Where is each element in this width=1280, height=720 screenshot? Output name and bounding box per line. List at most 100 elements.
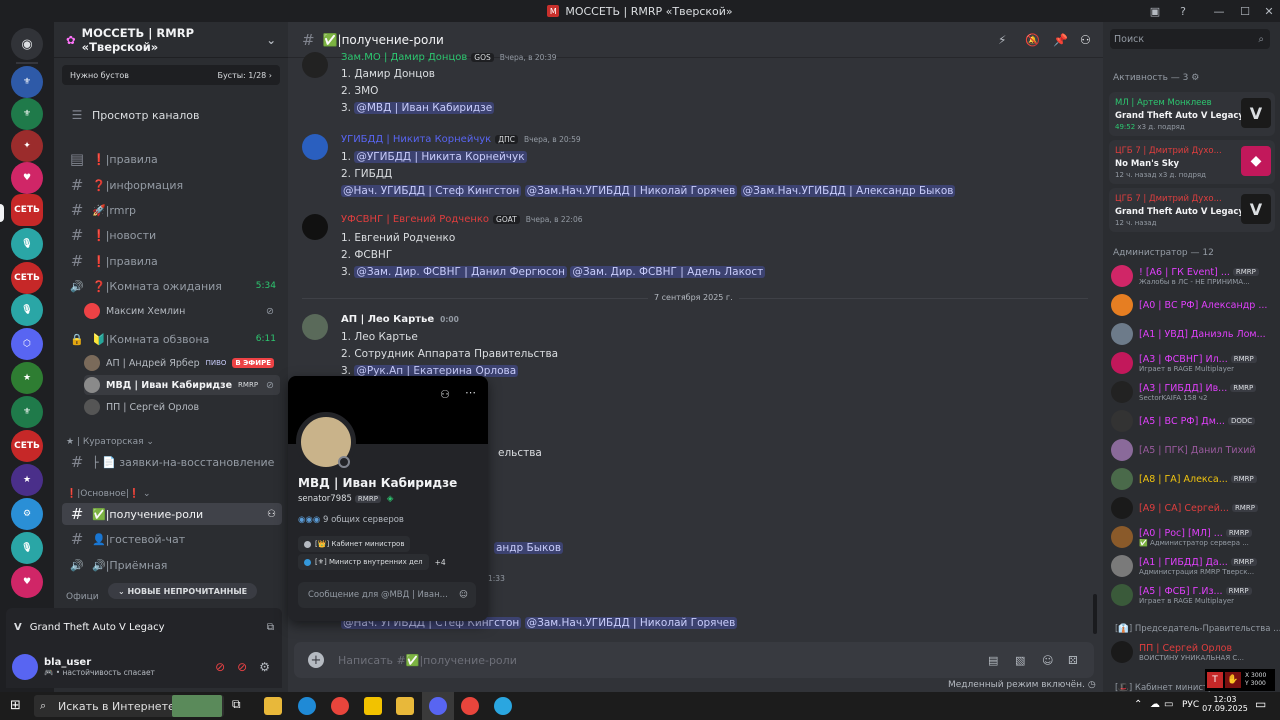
pin-icon[interactable]: 📌: [1053, 33, 1068, 47]
server-icon-10[interactable]: ★: [11, 362, 43, 394]
member-item[interactable]: [A8 | ГА] Алекса... RMRP: [1111, 465, 1275, 493]
voice-channel-review[interactable]: 🔒 🔰|Комната обзвона 6:11: [62, 328, 282, 350]
server-icon-6[interactable]: 🎙: [11, 228, 43, 260]
mention[interactable]: @Зам. Дир. ФСВНГ | Данил Фергюсон: [354, 266, 568, 278]
mention[interactable]: @Зам. Дир. ФСВНГ | Адель Лакост: [570, 266, 766, 278]
mutual-servers[interactable]: ◉◉◉ 9 общих серверов: [298, 515, 404, 525]
scrollbar-thumb[interactable]: [1093, 594, 1097, 634]
category-main[interactable]: ❗|Основное|❗ ⌄: [66, 489, 151, 499]
activity-card[interactable]: ЦГБ 7 | Дмитрий Духо... No Man's Sky 12 …: [1109, 140, 1275, 184]
channel-rmrp[interactable]: # 🚀|rmrp: [62, 199, 282, 221]
member-item[interactable]: [A5 | ВС РФ] Дм... DODC: [1111, 407, 1275, 435]
voice-user[interactable]: АП | Андрей Ярбер ПИВО В ЭФИРЕ: [84, 353, 280, 373]
channel-rules-2[interactable]: # ❗|правила: [62, 250, 282, 272]
inbox-icon[interactable]: ▣: [1142, 0, 1168, 22]
avatar[interactable]: [302, 214, 328, 240]
windows-start-icon[interactable]: ⊞: [10, 698, 21, 713]
app-icon-2[interactable]: [396, 697, 414, 715]
voice-user[interactable]: ПП | Сергей Орлов: [84, 397, 280, 417]
server-icon-13[interactable]: ★: [11, 464, 43, 496]
new-unread-pill[interactable]: ⌄ НОВЫЕ НЕПРОЧИТАННЫЕ: [108, 583, 258, 599]
onedrive-icon[interactable]: ☁: [1150, 699, 1160, 710]
maximize-button[interactable]: ☐: [1232, 0, 1258, 22]
channel-get-role[interactable]: # ✅|получение-роли ⚇: [62, 503, 282, 525]
member-item[interactable]: ПП | Сергей Орлов ВОИСТИНУ УНИКАЛЬНАЯ С..…: [1111, 638, 1275, 666]
mic-muted-icon[interactable]: ⊘: [215, 660, 225, 674]
server-icon-mosset[interactable]: СЕТЬ: [11, 194, 43, 226]
server-icon-11[interactable]: ⚜: [11, 396, 43, 428]
attach-plus-icon[interactable]: +: [308, 652, 324, 668]
mention[interactable]: @Зам.Нач.УГИБДД | Николай Горячев: [524, 617, 738, 629]
category-curator[interactable]: ★ | Кураторская ⌄: [66, 437, 154, 447]
browse-channels[interactable]: ☰ Просмотр каналов: [62, 104, 282, 126]
member-item[interactable]: [A3 | ФСВНГ] Ил... RMRP Играет в RAGE Mult…: [1111, 349, 1275, 377]
apps-icon[interactable]: ⚄: [1068, 654, 1078, 667]
avatar[interactable]: [302, 52, 328, 78]
voice-channel-reception[interactable]: 🔊 🔊|Приёмная: [62, 554, 282, 576]
threads-icon[interactable]: ⚡: [998, 33, 1006, 47]
dm-message-input[interactable]: Сообщение для @МВД | Иван... ☺: [298, 582, 476, 608]
mention[interactable]: @Зам.Нач.УГИБДД | Николай Горячев: [524, 185, 738, 197]
minimize-button[interactable]: —: [1206, 0, 1232, 22]
settings-gear-icon[interactable]: ⚙: [259, 660, 270, 674]
server-icon-2[interactable]: ⚜: [11, 98, 43, 130]
role-chip[interactable]: [👑] Кабинет министров: [298, 536, 411, 552]
telegram-icon[interactable]: [494, 697, 512, 715]
member-item[interactable]: [A3 | ГИБДД] Ив... RMRP SectorKAIFA 158 ч2: [1111, 378, 1275, 406]
message-author[interactable]: УФСВНГ | Евгений Родченко GOAT Вчера, в 22…: [341, 214, 583, 225]
server-icon-4[interactable]: ♥: [11, 162, 43, 194]
voice-user-selected[interactable]: МВД | Иван Кабиридзе RMRP ⊘: [84, 375, 280, 395]
chrome-icon[interactable]: [331, 697, 349, 715]
avatar[interactable]: [302, 314, 328, 340]
mention[interactable]: @Нач. УГИБДД | Стеф Кингстон: [341, 185, 522, 197]
role-chip[interactable]: [⚜] Министр внутренних дел: [298, 554, 429, 570]
server-icon-16[interactable]: ♥: [11, 566, 43, 598]
member-item[interactable]: [A5 | ПГК] Данил Тихий: [1111, 436, 1275, 464]
server-icon-7[interactable]: СЕТЬ: [11, 262, 43, 294]
mention[interactable]: @Зам.Нач.УГИБДД | Александр Быков: [740, 185, 956, 197]
yandex-browser-icon[interactable]: [461, 697, 479, 715]
message-author[interactable]: АП | Лео Картье 0:00: [341, 314, 459, 325]
category-office[interactable]: Офици: [66, 592, 99, 602]
server-icon-14[interactable]: ⚙: [11, 498, 43, 530]
server-icon-15[interactable]: 🎙: [11, 532, 43, 564]
voice-channel-waiting[interactable]: 🔊 ❓|Комната ожидания 5:34: [62, 275, 282, 297]
activity-card[interactable]: ЦГБ 7 | Дмитрий Духо... Grand Theft Auto…: [1109, 188, 1275, 232]
edge-icon[interactable]: [298, 697, 316, 715]
clock[interactable]: 12:03 07.09.2025: [1200, 695, 1250, 713]
message-composer[interactable]: + Написать #✅|получение-роли ▤ ▧ ☺ ⚄: [294, 642, 1094, 678]
server-icon-3[interactable]: ✦: [11, 130, 43, 162]
channel-news[interactable]: # ❗|новости: [62, 224, 282, 246]
member-item[interactable]: [A0 | Рос] [МЛ] ... RMRP ✅ Администратор с…: [1111, 523, 1275, 551]
gift-gif-icon[interactable]: ▤: [988, 654, 998, 667]
members-list-icon[interactable]: ⚇: [1080, 33, 1091, 47]
file-explorer-icon[interactable]: [264, 697, 282, 715]
member-item[interactable]: [A9 | CA] Сергей... RMRP: [1111, 494, 1275, 522]
help-icon[interactable]: ?: [1170, 0, 1196, 22]
discord-home-icon[interactable]: ◉: [11, 28, 43, 60]
channel-guest-chat[interactable]: # 👤|гостевой-чат: [62, 528, 282, 550]
server-icon-9[interactable]: ⬡: [11, 328, 43, 360]
server-icon-12[interactable]: СЕТЬ: [11, 430, 43, 462]
message-author[interactable]: Зам.МО | Дамир Донцов GOS Вчера, в 20:39: [341, 52, 557, 63]
close-button[interactable]: ✕: [1256, 0, 1280, 22]
member-item[interactable]: ! [A6 | ГК Event] ... RMRP Жалобы в ЛС - Н…: [1111, 262, 1275, 290]
discord-taskbar-icon[interactable]: [429, 697, 447, 715]
boost-banner[interactable]: Нужно бустов Бусты: 1/28 ›: [62, 65, 280, 85]
app-icon-1[interactable]: [364, 697, 382, 715]
user-avatar[interactable]: [12, 654, 38, 680]
more-roles[interactable]: +4: [435, 558, 446, 567]
language-indicator[interactable]: РУС: [1182, 700, 1199, 710]
avatar[interactable]: [302, 134, 328, 160]
settings-gear-icon[interactable]: ⚙: [1191, 73, 1199, 83]
search-input[interactable]: Поиск ⌕: [1110, 29, 1270, 49]
mention[interactable]: @МВД | Иван Кабиридзе: [354, 102, 495, 114]
voice-user[interactable]: Максим Хемлин ⊘: [84, 301, 280, 321]
network-icon[interactable]: ▭: [1164, 699, 1173, 710]
sticker-icon[interactable]: ▧: [1015, 654, 1025, 667]
channel-rules[interactable]: ▤ ❗|правила: [62, 148, 282, 170]
emoji-icon[interactable]: ☺: [459, 590, 468, 600]
channel-restore[interactable]: # ├ 📄 заявки-на-восстановление: [62, 451, 282, 473]
add-friend-icon[interactable]: ⚇: [440, 388, 450, 401]
message-author[interactable]: УГИБДД | Никита Корнейчук ДПС Вчера, в 20:…: [341, 134, 581, 145]
